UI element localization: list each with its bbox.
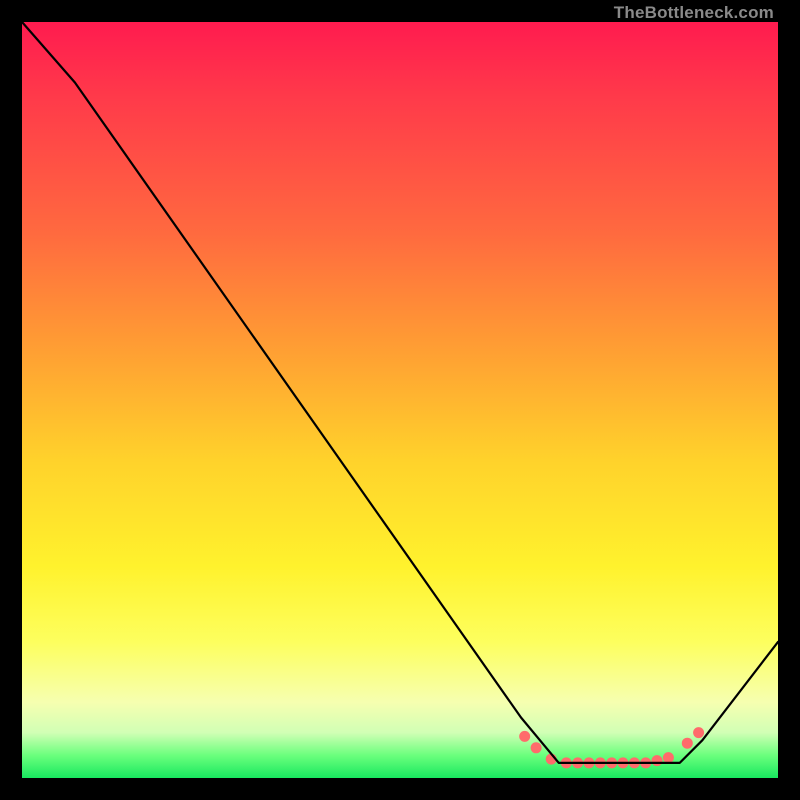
chart-svg	[22, 22, 778, 778]
highlight-dot	[682, 738, 693, 749]
chart-frame: TheBottleneck.com	[0, 0, 800, 800]
highlight-dot	[519, 731, 530, 742]
bottleneck-curve	[22, 22, 778, 763]
highlight-dot	[693, 727, 704, 738]
highlight-dot	[652, 755, 663, 766]
highlight-dot	[531, 742, 542, 753]
attribution-text: TheBottleneck.com	[614, 3, 774, 23]
highlight-dot	[663, 752, 674, 763]
